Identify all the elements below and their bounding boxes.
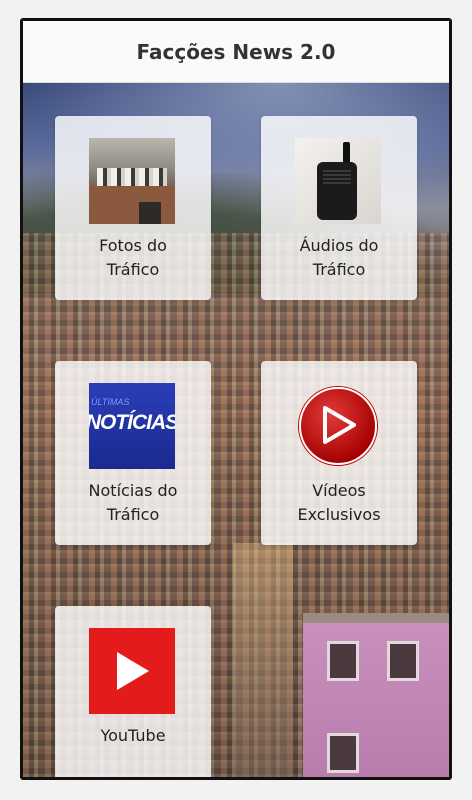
window bbox=[327, 641, 359, 681]
tile-label-line1: YouTube bbox=[100, 726, 166, 745]
tile-videos-exclusivos[interactable]: Vídeos Exclusivos bbox=[261, 361, 417, 545]
tile-label: Vídeos Exclusivos bbox=[265, 479, 413, 527]
tile-label-line1: Notícias do bbox=[88, 481, 178, 500]
window bbox=[327, 733, 359, 773]
tile-youtube[interactable]: YouTube bbox=[55, 606, 211, 777]
tile-audios-do-trafico[interactable]: Áudios do Tráfico bbox=[261, 116, 417, 300]
tile-label-line2: Tráfico bbox=[312, 260, 366, 279]
street bbox=[233, 543, 293, 777]
youtube-icon bbox=[89, 628, 175, 714]
play-triangle-icon bbox=[323, 406, 356, 444]
door bbox=[139, 202, 161, 224]
radio-grill bbox=[323, 168, 351, 184]
wall bbox=[89, 186, 175, 224]
window bbox=[387, 641, 419, 681]
thumb-small-text: ÚLTIMAS bbox=[91, 397, 130, 407]
tile-label-line2: Exclusivos bbox=[297, 505, 381, 524]
tile-label: Notícias do Tráfico bbox=[59, 479, 207, 527]
tile-label-line2: Tráfico bbox=[106, 260, 160, 279]
play-triangle-icon bbox=[117, 652, 149, 690]
thumb-word: NOTÍCIAS bbox=[89, 411, 175, 434]
tile-label: Fotos do Tráfico bbox=[59, 234, 207, 282]
tile-label-line1: Fotos do bbox=[99, 236, 167, 255]
tile-label: Áudios do Tráfico bbox=[265, 234, 413, 282]
play-circle-icon bbox=[295, 383, 381, 469]
app-frame: Facções News 2.0 Fotos do Tráfico Áudios… bbox=[20, 18, 452, 780]
tile-label: YouTube bbox=[59, 724, 207, 748]
people bbox=[97, 168, 167, 188]
favela-photo-thumbnail bbox=[89, 138, 175, 224]
tile-label-line1: Vídeos bbox=[312, 481, 366, 500]
noticias-thumbnail: ÚLTIMAS NOTÍCIAS bbox=[89, 383, 175, 469]
background-favela-image: Fotos do Tráfico Áudios do Tráfico ÚLTIM… bbox=[23, 83, 449, 777]
tile-noticias-do-trafico[interactable]: ÚLTIMAS NOTÍCIAS Notícias do Tráfico bbox=[55, 361, 211, 545]
tile-label-line1: Áudios do bbox=[299, 236, 379, 255]
tile-fotos-do-trafico[interactable]: Fotos do Tráfico bbox=[55, 116, 211, 300]
pink-house bbox=[303, 613, 449, 777]
radio-thumbnail bbox=[295, 138, 381, 224]
app-title: Facções News 2.0 bbox=[23, 21, 449, 83]
tile-label-line2: Tráfico bbox=[106, 505, 160, 524]
